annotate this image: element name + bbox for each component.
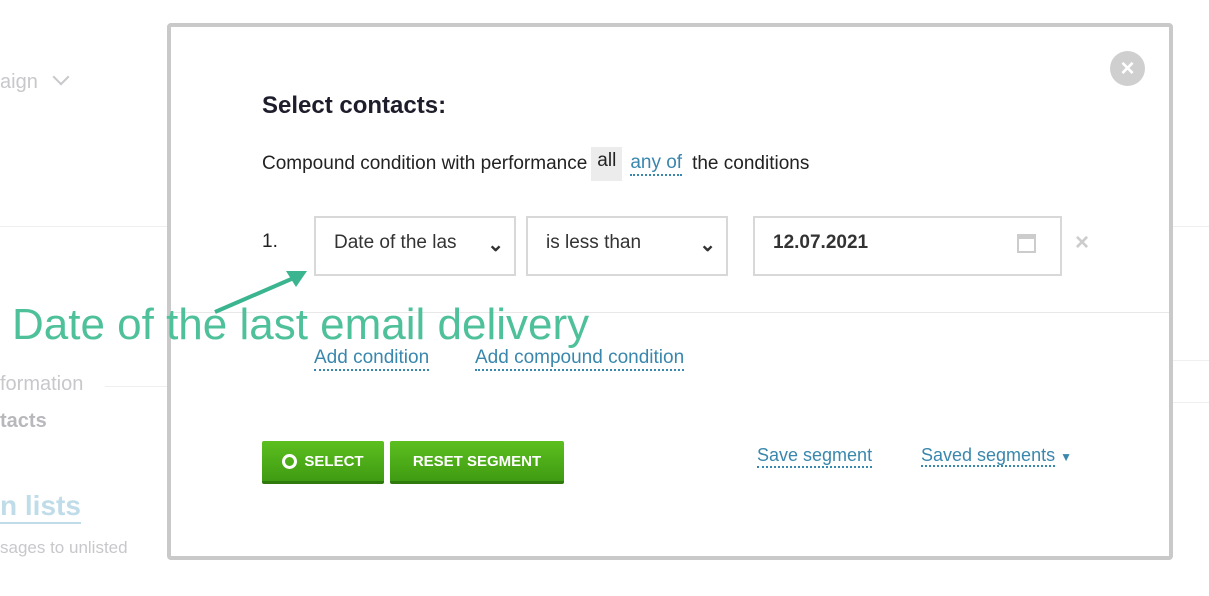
annotation-label: Date of the last email delivery (12, 300, 590, 349)
annotation-arrow (214, 271, 307, 314)
